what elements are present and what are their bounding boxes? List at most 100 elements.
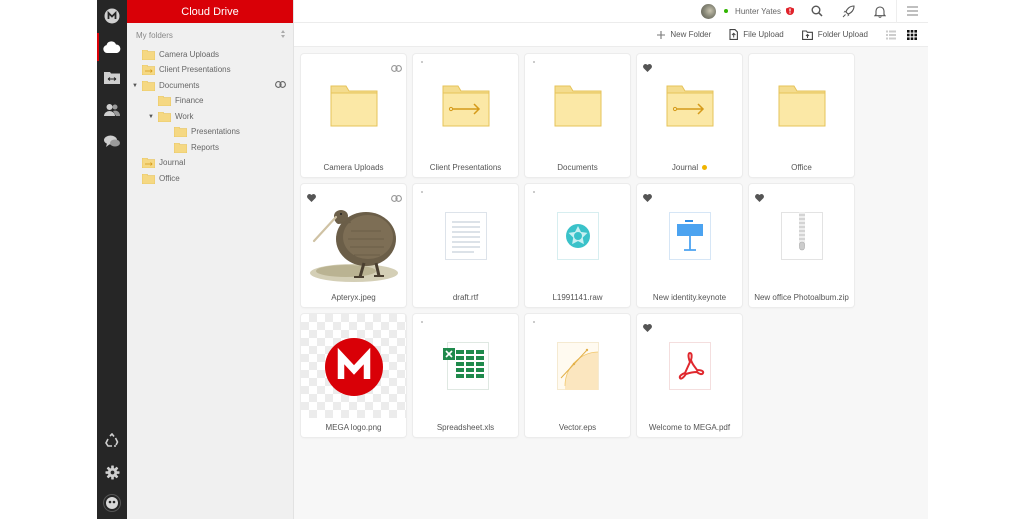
file-name: Welcome to MEGA.pdf — [648, 423, 731, 432]
tree-item-label: Reports — [191, 143, 220, 152]
file-name: L1991141.raw — [552, 293, 603, 302]
folder-icon — [158, 111, 171, 122]
file-card-journal[interactable]: Journal — [637, 54, 742, 177]
tree-item-camera-uploads[interactable]: Camera Uploads — [142, 47, 219, 62]
plus-icon — [657, 30, 666, 39]
list-view-icon — [886, 30, 896, 39]
contacts-icon[interactable] — [97, 94, 127, 124]
folder-icon — [749, 54, 854, 158]
tree-item-label: Work — [175, 112, 194, 121]
folder-upload-label: Folder Upload — [817, 30, 868, 39]
folder-tree-panel: Cloud Drive My folders Camera Uploads Cl… — [127, 0, 294, 519]
rocket-icon[interactable] — [832, 0, 864, 23]
file-card-camera-uploads[interactable]: Camera Uploads — [301, 54, 406, 177]
keynote-icon — [637, 184, 742, 288]
tree-item-label: Documents — [159, 81, 200, 90]
file-card-office[interactable]: Office — [749, 54, 854, 177]
file-card-mega-logo[interactable]: MEGA logo.png — [301, 314, 406, 437]
shared-folder-icon[interactable] — [97, 62, 127, 92]
incoming-folder-icon — [142, 64, 155, 75]
file-card-documents[interactable]: Documents — [525, 54, 630, 177]
spreadsheet-icon — [413, 314, 518, 418]
file-name: Vector.eps — [558, 423, 597, 432]
tree-item-presentations[interactable]: Presentations — [174, 124, 240, 139]
file-card-raw[interactable]: L1991141.raw — [525, 184, 630, 307]
new-folder-button[interactable]: New Folder — [657, 30, 711, 39]
file-upload-button[interactable]: File Upload — [729, 29, 784, 40]
tree-item-office[interactable]: Office — [142, 171, 180, 186]
cloud-drive-icon[interactable] — [97, 32, 127, 62]
navigation-rail — [97, 0, 127, 519]
grid-view-button[interactable] — [907, 29, 922, 40]
file-name: Office — [791, 163, 812, 172]
file-name-row: Journal — [637, 163, 742, 172]
raw-image-icon — [525, 184, 630, 288]
new-folder-label: New Folder — [670, 30, 712, 39]
file-card-spreadsheet[interactable]: Spreadsheet.xls — [413, 314, 518, 437]
sort-icon[interactable] — [281, 30, 285, 40]
link-icon — [391, 189, 402, 207]
folder-upload-button[interactable]: Folder Upload — [801, 29, 868, 40]
file-grid: Camera Uploads Client Presentations Docu… — [301, 54, 854, 437]
expand-caret-icon[interactable]: ▼ — [148, 114, 154, 120]
file-name: Spreadsheet.xls — [436, 423, 495, 432]
toolbar: New Folder File Upload Folder Upload — [294, 23, 928, 47]
folder-icon — [525, 54, 630, 158]
user-avatar[interactable] — [701, 3, 717, 19]
online-status-dot — [724, 9, 729, 13]
file-upload-label: File Upload — [743, 30, 784, 39]
mega-logo-icon[interactable] — [97, 1, 127, 31]
folder-icon — [174, 126, 187, 137]
zip-archive-icon — [749, 184, 854, 288]
folder-icon — [142, 173, 155, 184]
main-content: Hunter Yates New Folder File Upload Fold… — [294, 0, 928, 519]
expand-caret-icon[interactable]: ▼ — [132, 83, 138, 89]
search-icon[interactable] — [802, 0, 832, 23]
user-menu[interactable]: Hunter Yates — [701, 0, 798, 23]
folder-icon — [142, 80, 155, 91]
file-name: Apteryx.jpeg — [331, 293, 376, 302]
file-name: Documents — [557, 163, 598, 172]
account-avatar-icon[interactable] — [97, 488, 127, 518]
file-name: draft.rtf — [452, 293, 479, 302]
tree-item-work[interactable]: ▼ Work — [148, 109, 194, 124]
folder-icon — [174, 142, 187, 153]
tree-item-label: Office — [159, 174, 180, 183]
section-title: Cloud Drive — [127, 0, 293, 23]
file-card-pdf[interactable]: Welcome to MEGA.pdf — [637, 314, 742, 437]
mega-logo-image — [301, 314, 406, 420]
file-card-keynote[interactable]: New identity.keynote — [637, 184, 742, 307]
tree-item-label: Finance — [175, 96, 204, 105]
pdf-icon — [637, 314, 742, 418]
tree-item-client-presentations[interactable]: Client Presentations — [142, 62, 231, 77]
file-card-apteryx[interactable]: Apteryx.jpeg — [301, 184, 406, 307]
file-card-zip[interactable]: New office Photoalbum.zip — [749, 184, 854, 307]
folder-icon — [301, 54, 406, 158]
text-document-icon — [413, 184, 518, 288]
tree-item-label: Journal — [159, 158, 186, 167]
file-card-vector[interactable]: Vector.eps — [525, 314, 630, 437]
file-name: Journal — [671, 163, 699, 172]
file-upload-icon — [729, 29, 739, 40]
tree-item-label: Camera Uploads — [159, 50, 220, 59]
incoming-folder-icon — [413, 54, 518, 158]
tree-item-journal[interactable]: Journal — [142, 155, 185, 170]
notification-bell-icon[interactable] — [864, 0, 896, 23]
favourite-heart-icon[interactable] — [307, 189, 316, 207]
incoming-folder-icon — [637, 54, 742, 158]
grid-view-icon — [907, 29, 917, 40]
file-card-draft-rtf[interactable]: draft.rtf — [413, 184, 518, 307]
file-card-client-presentations[interactable]: Client Presentations — [413, 54, 518, 177]
tree-item-reports[interactable]: Reports — [174, 140, 219, 155]
menu-icon[interactable] — [896, 0, 928, 23]
link-icon — [275, 81, 286, 90]
tree-item-documents[interactable]: ▼ Documents — [132, 78, 290, 93]
chat-icon[interactable] — [97, 126, 127, 156]
settings-icon[interactable] — [97, 457, 127, 487]
alert-badge-icon[interactable] — [786, 7, 794, 15]
list-view-button[interactable] — [886, 30, 901, 40]
rubbish-bin-icon[interactable] — [97, 426, 127, 456]
tree-item-label: Presentations — [191, 127, 240, 136]
folder-icon — [142, 49, 155, 60]
tree-item-finance[interactable]: Finance — [158, 93, 203, 108]
